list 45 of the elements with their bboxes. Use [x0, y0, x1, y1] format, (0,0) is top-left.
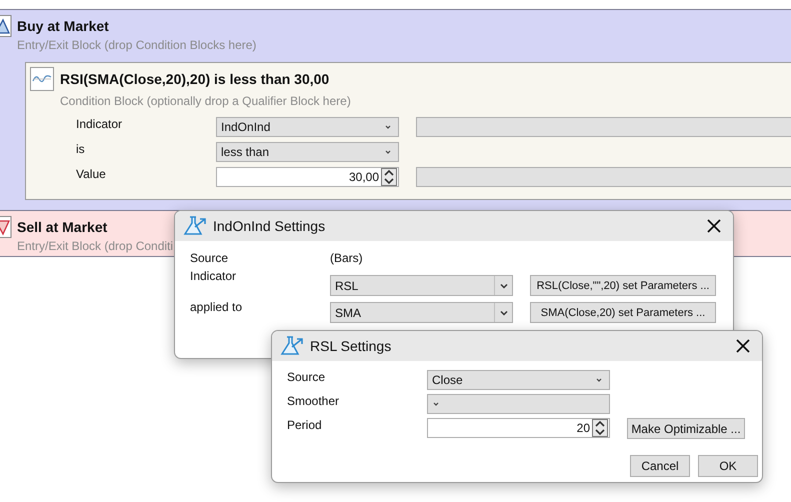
- triangle-icon: [0, 15, 12, 37]
- field-label: applied to: [190, 300, 244, 314]
- chevron-icon: [384, 149, 392, 155]
- number-field[interactable]: 30,00: [216, 167, 399, 187]
- chevron-icon: [595, 377, 603, 383]
- optimize-button[interactable]: Make Optimizable ...: [627, 418, 745, 439]
- wave-icon: [30, 67, 54, 91]
- dropdown[interactable]: IndOnInd: [216, 117, 399, 137]
- triangle-icon: [0, 216, 12, 238]
- field-label: is: [75, 142, 86, 156]
- source-value: (Bars): [330, 251, 363, 265]
- parameters-button[interactable]: SMA(Close,20) set Parameters ...: [530, 302, 716, 323]
- chevron-icon: [384, 124, 392, 130]
- dialog-button[interactable]: OK: [698, 455, 758, 477]
- block-subtitle: Entry/Exit Block (drop Conditi: [16, 239, 174, 253]
- close-icon[interactable]: [707, 219, 721, 233]
- parameters-button[interactable]: RSL(Close,"",20) set Parameters ...: [530, 275, 716, 296]
- dialog-title: IndOnInd Settings: [213, 218, 326, 234]
- flask-icon: [278, 335, 304, 357]
- number-field[interactable]: 20: [427, 418, 610, 438]
- block-title: Sell at Market: [17, 219, 108, 235]
- dropdown[interactable]: Close: [427, 370, 610, 390]
- field-label: Value: [75, 167, 107, 181]
- condition-subtitle: Condition Block (optionally drop a Qualifier Block here): [59, 94, 352, 108]
- field-label: Indicator: [190, 269, 238, 283]
- chevron-icon: [432, 401, 440, 407]
- dropdown[interactable]: SMA: [330, 302, 513, 323]
- spinner-icon[interactable]: [381, 168, 397, 186]
- condition-title: RSI(SMA(Close,20),20) is less than 30,00: [60, 71, 330, 87]
- close-icon[interactable]: [736, 339, 750, 353]
- dropdown[interactable]: RSL: [330, 275, 513, 296]
- field-label: Source: [190, 251, 230, 265]
- field-label: Indicator: [75, 117, 124, 131]
- dialog-button[interactable]: Cancel: [630, 455, 690, 477]
- block-subtitle: Entry/Exit Block (drop Condition Blocks here): [16, 38, 258, 52]
- dialog-title: RSL Settings: [310, 338, 392, 354]
- block-title: Buy at Market: [17, 18, 109, 34]
- field-label: Period: [287, 418, 323, 432]
- field-label: Smoother: [287, 394, 340, 408]
- chevron-icon: [500, 282, 508, 288]
- dropdown[interactable]: less than: [216, 142, 399, 162]
- flask-icon: [181, 215, 207, 237]
- spinner-icon[interactable]: [592, 419, 608, 437]
- field-label: Source: [287, 370, 326, 384]
- chevron-icon: [500, 310, 508, 316]
